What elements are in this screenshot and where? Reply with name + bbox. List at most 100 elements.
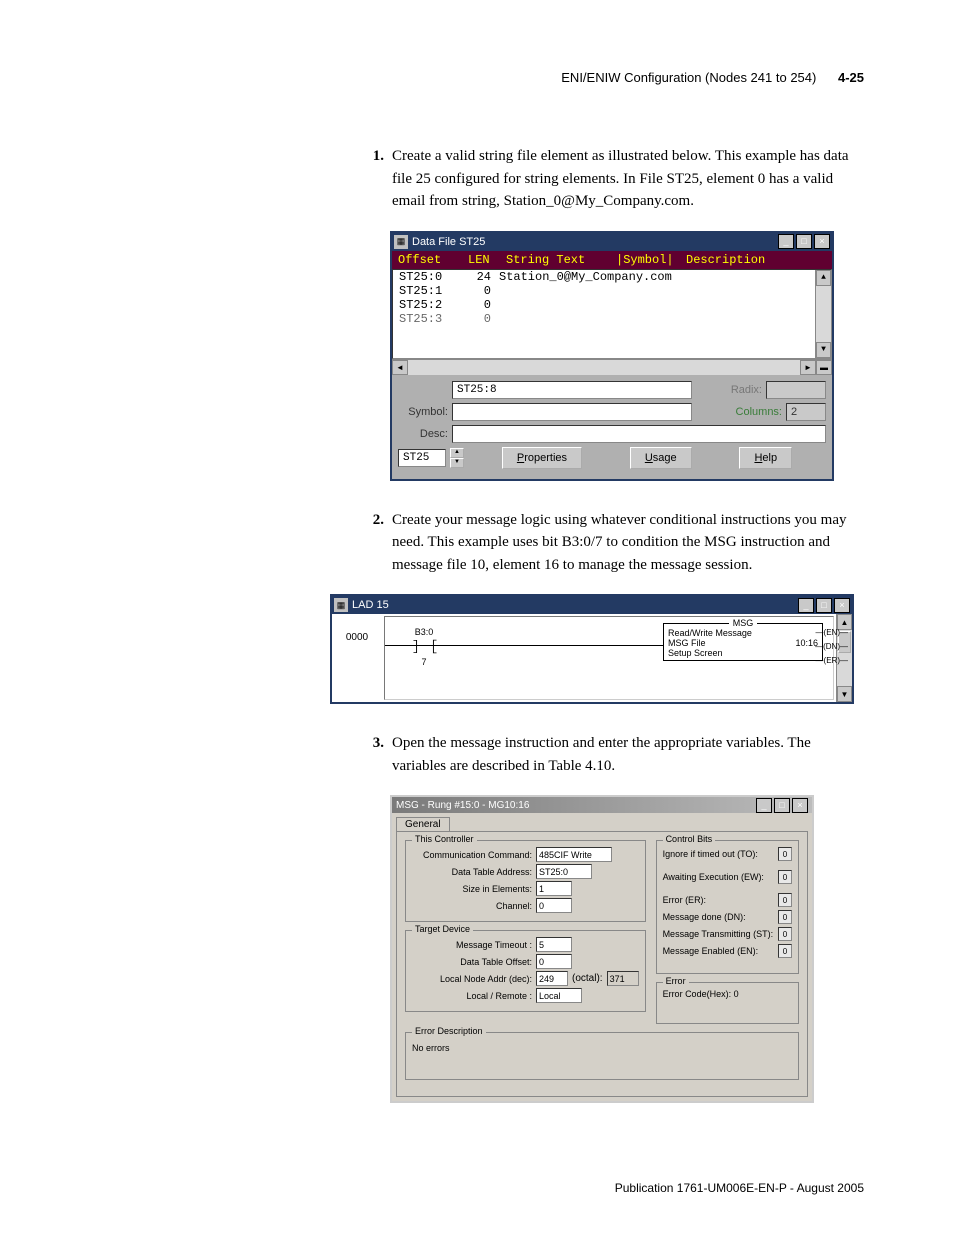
- file-nav-input[interactable]: ST25: [398, 449, 446, 467]
- maximize-button[interactable]: □: [816, 598, 832, 613]
- rung-number: 0000: [332, 614, 382, 702]
- dialog-title: MSG - Rung #15:0 - MG10:16: [396, 800, 756, 811]
- page-footer: Publication 1761-UM006E-EN-P - August 20…: [615, 1181, 864, 1195]
- col-symbol: |Symbol|: [616, 253, 676, 267]
- st-bit[interactable]: 0: [778, 927, 792, 941]
- local-remote-label: Local / Remote :: [412, 991, 536, 1001]
- contact-symbol-icon: ］ ［: [413, 637, 435, 657]
- close-button[interactable]: ×: [834, 598, 850, 613]
- scroll-left-icon[interactable]: ◄: [392, 360, 408, 375]
- data-table-offset-label: Data Table Offset:: [412, 957, 536, 967]
- table-row[interactable]: ST25:1 0: [393, 284, 831, 298]
- bottom-panel: ST25:8 Radix: Symbol: Columns: 2 Desc:: [392, 375, 832, 479]
- step-2: 2. Create your message logic using whate…: [360, 509, 864, 577]
- maximize-button[interactable]: □: [774, 798, 790, 813]
- grid-body[interactable]: ST25:0 24 Station_0@My_Company.com ST25:…: [392, 269, 832, 359]
- window-title: Data File ST25: [412, 236, 778, 248]
- dn-bit[interactable]: 0: [778, 910, 792, 924]
- close-button[interactable]: ×: [792, 798, 808, 813]
- channel-label: Channel:: [412, 901, 536, 911]
- size-input[interactable]: 1: [536, 881, 572, 896]
- titlebar[interactable]: ▦ LAD 15 _ □ ×: [332, 596, 852, 614]
- timeout-label: Message Timeout :: [412, 940, 536, 950]
- table-row[interactable]: ST25:0 24 Station_0@My_Company.com: [393, 270, 831, 284]
- col-len: LEN: [468, 253, 496, 267]
- minimize-button[interactable]: _: [778, 234, 794, 249]
- to-bit[interactable]: 0: [778, 847, 792, 861]
- minimize-button[interactable]: _: [756, 798, 772, 813]
- local-node-addr-octal: 371: [607, 971, 639, 986]
- scroll-right-icon[interactable]: ►: [800, 360, 816, 375]
- group-error-description: Error Description No errors: [405, 1032, 799, 1080]
- octal-label: (octal):: [572, 973, 603, 984]
- figure-msg-dialog: MSG - Rung #15:0 - MG10:16 _ □ × General…: [390, 795, 864, 1103]
- data-table-address-label: Data Table Address:: [412, 867, 536, 877]
- spin-down-icon[interactable]: ▼: [450, 458, 464, 468]
- channel-input[interactable]: 0: [536, 898, 572, 913]
- grid-header: Offset LEN String Text |Symbol| Descript…: [392, 251, 832, 269]
- error-description: No errors: [412, 1039, 792, 1053]
- msg-instruction[interactable]: MSG Read/Write Message MSG File 10:16 Se…: [663, 623, 823, 661]
- help-button[interactable]: Help: [739, 447, 792, 469]
- radix-label: Radix:: [731, 384, 762, 396]
- spin-up-icon[interactable]: ▲: [450, 448, 464, 458]
- maximize-button[interactable]: □: [796, 234, 812, 249]
- step-body: Create a valid string file element as il…: [392, 145, 864, 213]
- ew-bit[interactable]: 0: [778, 870, 792, 884]
- step-number: 2.: [360, 509, 384, 577]
- window-title: LAD 15: [352, 599, 798, 611]
- window-icon: ▦: [394, 235, 408, 249]
- group-this-controller: This Controller Communication Command: 4…: [405, 840, 646, 922]
- step-number: 1.: [360, 145, 384, 213]
- comm-command-input[interactable]: 485CIF Write: [536, 847, 612, 862]
- minimize-button[interactable]: _: [798, 598, 814, 613]
- page-header: ENI/ENIW Configuration (Nodes 241 to 254…: [90, 70, 864, 85]
- comm-command-label: Communication Command:: [412, 850, 536, 860]
- titlebar[interactable]: ▦ Data File ST25 _ □ ×: [392, 233, 832, 251]
- group-target-device: Target Device Message Timeout : 5 Data T…: [405, 930, 646, 1012]
- error-code: Error Code(Hex): 0: [663, 989, 792, 999]
- figure-lad: ▦ LAD 15 _ □ × 0000 B3:0 ］ ［ 7: [330, 594, 864, 704]
- scroll-up-icon[interactable]: ▲: [816, 270, 831, 286]
- size-label: Size in Elements:: [412, 884, 536, 894]
- columns-dropdown[interactable]: 2: [786, 403, 826, 421]
- step-body: Open the message instruction and enter t…: [392, 732, 864, 777]
- step-1: 1. Create a valid string file element as…: [360, 145, 864, 213]
- address-input[interactable]: ST25:8: [452, 381, 692, 399]
- ladder-rung-area[interactable]: B3:0 ］ ［ 7 MSG Read/Write Message MSG Fi…: [384, 616, 834, 700]
- close-button[interactable]: ×: [814, 234, 830, 249]
- desc-input[interactable]: [452, 425, 826, 443]
- col-string-text: String Text: [506, 253, 606, 267]
- columns-label: Columns:: [736, 406, 782, 418]
- scroll-corner-icon[interactable]: ▬: [816, 360, 832, 375]
- symbol-input[interactable]: [452, 403, 692, 421]
- xic-contact[interactable]: B3:0 ］ ［ 7: [413, 627, 435, 667]
- header-chapter: ENI/ENIW Configuration (Nodes 241 to 254…: [561, 70, 816, 85]
- er-bit[interactable]: 0: [778, 893, 792, 907]
- data-table-offset-input[interactable]: 0: [536, 954, 572, 969]
- timeout-input[interactable]: 5: [536, 937, 572, 952]
- radix-dropdown: [766, 381, 826, 399]
- group-control-bits: Control Bits Ignore if timed out (TO):0 …: [656, 840, 799, 974]
- table-row[interactable]: ST25:3 0: [393, 312, 831, 326]
- scroll-down-icon[interactable]: ▼: [837, 686, 852, 702]
- step-number: 3.: [360, 732, 384, 777]
- scroll-down-icon[interactable]: ▼: [816, 342, 831, 358]
- vertical-scrollbar[interactable]: ▲ ▼: [815, 270, 831, 358]
- step-body: Create your message logic using whatever…: [392, 509, 864, 577]
- en-bit[interactable]: 0: [778, 944, 792, 958]
- horizontal-scrollbar[interactable]: ◄ ► ▬: [392, 359, 832, 375]
- local-node-addr-input[interactable]: 249: [536, 971, 568, 986]
- figure-data-file: ▦ Data File ST25 _ □ × Offset LEN String…: [390, 231, 864, 481]
- col-description: Description: [686, 253, 765, 267]
- symbol-label: Symbol:: [398, 406, 448, 418]
- table-row[interactable]: ST25:2 0: [393, 298, 831, 312]
- titlebar[interactable]: MSG - Rung #15:0 - MG10:16 _ □ ×: [392, 797, 812, 813]
- desc-label: Desc:: [398, 428, 448, 440]
- data-table-address-input[interactable]: ST25:0: [536, 864, 592, 879]
- usage-button[interactable]: Usage: [630, 447, 692, 469]
- tab-general[interactable]: General: [396, 817, 450, 831]
- properties-button[interactable]: Properties: [502, 447, 582, 469]
- local-remote-input[interactable]: Local: [536, 988, 582, 1003]
- group-error: Error Error Code(Hex): 0: [656, 982, 799, 1024]
